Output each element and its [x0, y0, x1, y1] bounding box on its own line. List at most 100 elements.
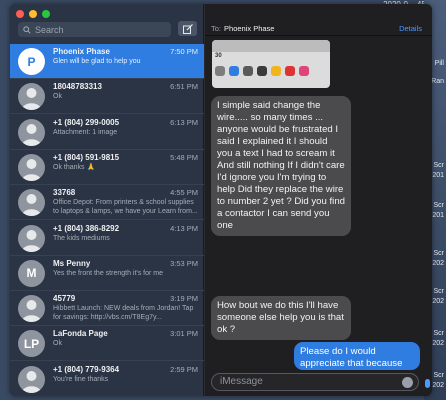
conversation-name: Ms Penny: [53, 258, 91, 268]
person-icon: [18, 83, 45, 111]
conversation-item[interactable]: +1 (804) 299-0005 6:13 PM Attachment: 1 im…: [10, 115, 204, 150]
to-label: To:: [211, 24, 222, 33]
app-icon: [285, 66, 295, 76]
avatar-initials: M: [26, 266, 37, 281]
chat-pane: To: Phoenix Phase Details 30 I simple sai…: [205, 4, 432, 396]
search-bar[interactable]: [18, 22, 171, 37]
minimize-button[interactable]: [29, 10, 37, 18]
conversation-item[interactable]: 45779 3:19 PM Hibbett Launch: NEW deals fr…: [10, 291, 204, 327]
conversation-item[interactable]: M Ms Penny 3:53 PM Yes the front the streng…: [10, 256, 204, 291]
desktop-file-label[interactable]: 202: [432, 340, 444, 347]
conversation-name: +1 (804) 591-9815: [53, 152, 120, 162]
conversation-time: 6:51 PM: [170, 82, 198, 92]
person-icon: [18, 118, 45, 146]
conversation-preview: Ok: [53, 93, 62, 101]
desktop-file-label[interactable]: Scr: [434, 372, 445, 379]
conversation-item[interactable]: LP LaFonda Page 3:01 PM Ok: [10, 326, 204, 362]
app-icon: [271, 66, 281, 76]
desktop-file-label[interactable]: Scr: [434, 202, 445, 209]
conversation-time: 4:13 PM: [170, 223, 198, 233]
message-bubble-received[interactable]: I simple said change the wire..... so ma…: [211, 96, 351, 236]
conversation-item[interactable]: +1 (804) 591-9815 5:48 PM Ok thanks 🙏: [10, 150, 204, 185]
conversation-preview: Attachment: 1 image: [53, 128, 118, 136]
messages-window: P Phoenix Phase 7:50 PM Glen will be glad t…: [10, 4, 432, 396]
avatar-initials: P: [27, 54, 36, 69]
recipient-name: Phoenix Phase: [224, 24, 275, 33]
avatar: LP: [18, 330, 45, 358]
desktop-file-label[interactable]: Scr: [434, 162, 445, 169]
person-icon: [18, 365, 45, 393]
person-icon: [18, 224, 45, 252]
desktop-file-label[interactable]: Ran: [431, 78, 444, 85]
conversation-preview: Yes the front the strength it's for me: [53, 269, 164, 277]
details-button[interactable]: Details: [399, 24, 422, 33]
message-input[interactable]: [220, 376, 390, 387]
close-button[interactable]: [16, 10, 24, 18]
compose-button[interactable]: [178, 21, 197, 36]
conversation-preview: Hibbett Launch: NEW deals from Jordan! T…: [53, 305, 194, 322]
conversation-preview: Ok thanks 🙏: [53, 163, 96, 171]
desktop-file-label[interactable]: Pill: [435, 60, 444, 67]
app-icon: [299, 66, 309, 76]
conversation-name: Phoenix Phase: [53, 47, 110, 56]
conversation-preview: You're fine thanks: [53, 375, 109, 383]
conversation-preview: Ok: [53, 340, 62, 348]
conversation-item[interactable]: +1 (804) 779-9364 2:59 PM You're fine than…: [10, 362, 204, 396]
conversation-time: 3:01 PM: [170, 329, 198, 339]
conversation-name: +1 (804) 779-9364: [53, 364, 120, 374]
message-bubble-received[interactable]: How bout we do this I'll have someone el…: [211, 296, 351, 340]
recipient: To: Phoenix Phase: [211, 24, 274, 33]
message-bubble-sent[interactable]: Please do I would appreciate that becaus…: [294, 342, 420, 370]
conversation-time: 2:59 PM: [170, 364, 198, 374]
search-input[interactable]: [35, 24, 155, 35]
app-icon: [257, 66, 267, 76]
image-text: 30: [215, 53, 222, 59]
avatar: P: [18, 48, 45, 75]
window-controls: [16, 10, 50, 18]
chat-header: To: Phoenix Phase Details: [205, 4, 432, 36]
zoom-button[interactable]: [42, 10, 50, 18]
avatar: M: [18, 259, 45, 287]
conversation-name: 18048783313: [53, 82, 102, 92]
conversation-time: 7:50 PM: [170, 47, 198, 56]
image-attachment[interactable]: 30: [212, 40, 330, 88]
person-icon: [18, 153, 45, 181]
app-icon-row: [215, 66, 309, 76]
conversation-name: 45779: [53, 294, 76, 304]
conversation-name: LaFonda Page: [53, 329, 108, 339]
compose-icon: [182, 23, 193, 34]
search-icon: [23, 25, 31, 34]
desktop-file-label[interactable]: 201: [432, 212, 444, 219]
image-top-strip: [212, 40, 330, 52]
desktop-file-label[interactable]: Scr: [434, 288, 445, 295]
camera-app-icon: [215, 66, 225, 76]
conversation-time: 5:48 PM: [170, 152, 198, 162]
conversation-item[interactable]: 33768 4:55 PM Office Depot: From printers …: [10, 185, 204, 221]
conversation-time: 3:19 PM: [170, 294, 198, 304]
conversation-sidebar: P Phoenix Phase 7:50 PM Glen will be glad t…: [10, 4, 204, 396]
appstore-icon: [229, 66, 239, 76]
desktop-file-label[interactable]: 202: [432, 260, 444, 267]
conversation-time: 3:53 PM: [170, 258, 198, 268]
message-input-bar[interactable]: [211, 373, 419, 391]
emoji-icon[interactable]: [402, 377, 413, 388]
conversation-name: 33768: [53, 188, 76, 198]
conversation-item[interactable]: +1 (804) 386-8292 4:13 PM The kids mediums: [10, 221, 204, 256]
microphone-icon[interactable]: [425, 379, 430, 388]
desktop-file-label[interactable]: Scr: [434, 250, 445, 257]
person-icon: [18, 295, 45, 323]
desktop-file-label[interactable]: Scr: [434, 330, 445, 337]
conversation-item[interactable]: 18048783313 6:51 PM Ok: [10, 79, 204, 115]
conversation-preview: Office Depot: From printers & school sup…: [53, 199, 198, 216]
conversation-name: +1 (804) 386-8292: [53, 223, 120, 233]
desktop-file-label[interactable]: 202: [432, 298, 444, 305]
conversation-time: 6:13 PM: [170, 117, 198, 127]
desktop-file-label[interactable]: 202: [432, 382, 444, 389]
conversation-time: 4:55 PM: [170, 188, 198, 198]
titlebar: [10, 4, 203, 44]
conversation-item[interactable]: P Phoenix Phase 7:50 PM Glen will be glad t…: [10, 44, 204, 79]
conversation-preview: The kids mediums: [53, 234, 110, 242]
avatar-initials: LP: [23, 336, 40, 351]
conversation-name: +1 (804) 299-0005: [53, 117, 120, 127]
desktop-file-label[interactable]: 201: [432, 172, 444, 179]
